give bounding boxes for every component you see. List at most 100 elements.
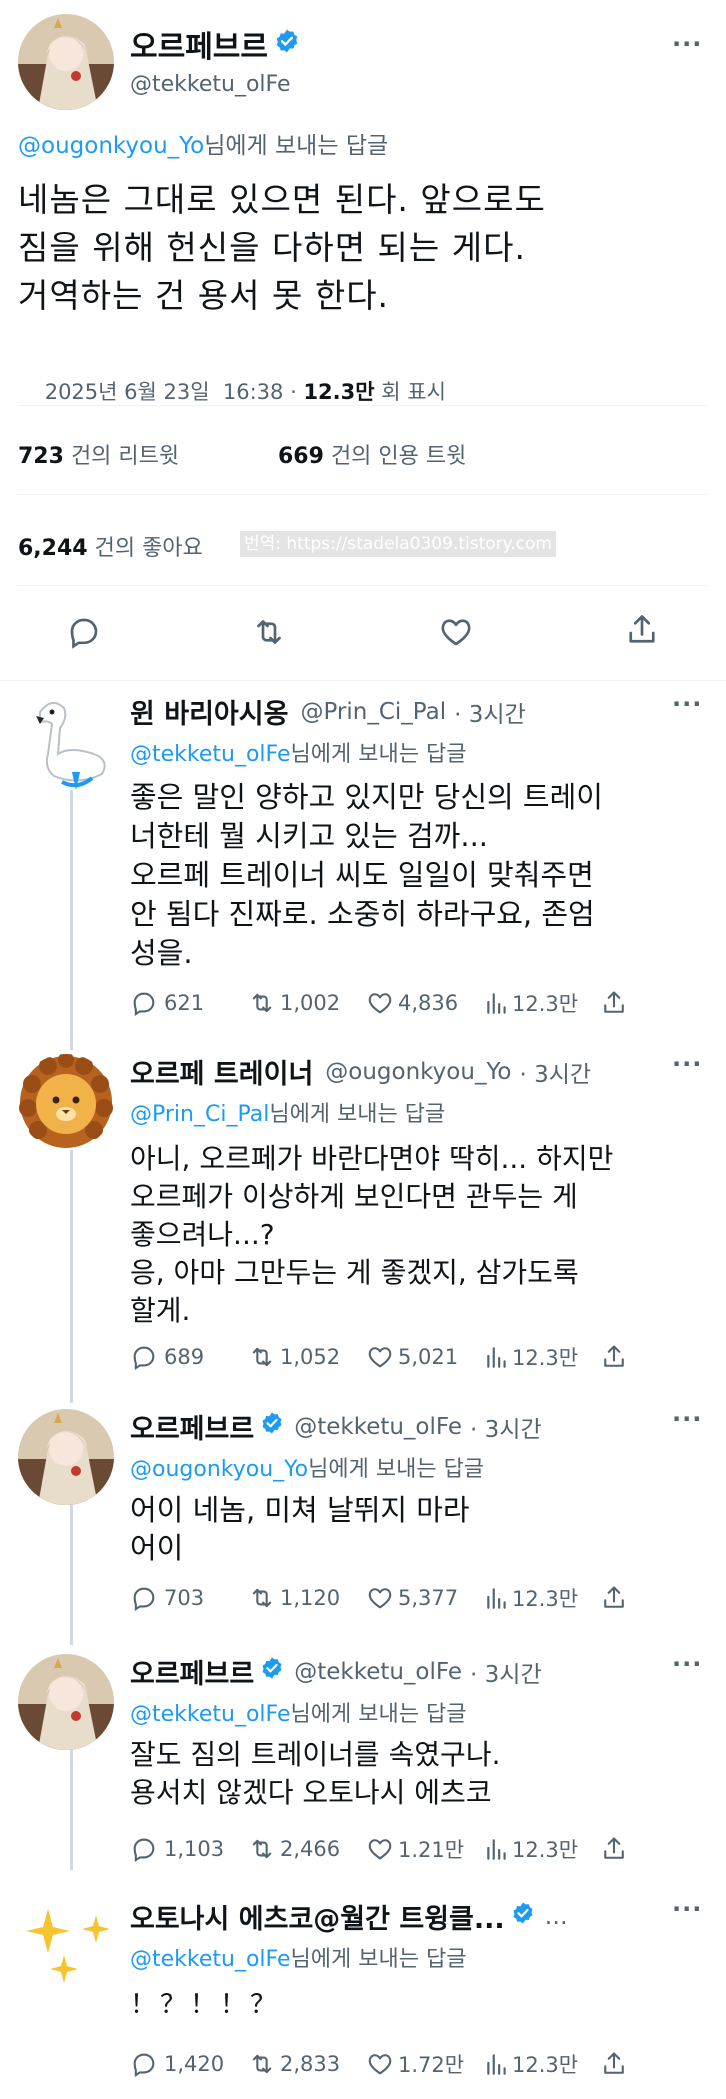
reply-action-bar: 1,420 2,833 1.72만 12.3만: [130, 2049, 628, 2079]
verified-badge-icon: [511, 1901, 535, 1932]
reply-button[interactable]: 1,420: [130, 2050, 248, 2078]
reply-to-line: @tekketu_olFe님에게 보내는 답글: [130, 1702, 467, 1727]
like-button[interactable]: 5,377: [366, 1584, 484, 1612]
views-button[interactable]: 12.3만: [484, 1342, 600, 1372]
reply-author-name[interactable]: 오르페브르: [130, 1652, 254, 1691]
share-button[interactable]: [600, 2050, 628, 2078]
reply-avatar[interactable]: [18, 1899, 114, 1995]
like-button[interactable]: 4,836: [366, 989, 484, 1017]
tweet-timestamp: 2025년 6월 23일 16:38 · 12.3만 회 표시: [44, 380, 446, 404]
verified-badge-icon: [274, 27, 300, 62]
reply-to-line: @ougonkyou_Yo님에게 보내는 답글: [18, 133, 389, 159]
share-button[interactable]: [600, 989, 628, 1017]
more-icon[interactable]: ···: [672, 1405, 702, 1433]
reply-action-bar: 1,103 2,466 1.21만 12.3만: [130, 1834, 628, 1864]
reply-author-handle[interactable]: @ougonkyou_Yo: [325, 1059, 511, 1085]
views-icon: [487, 1347, 506, 1368]
like-button[interactable]: 1.21만: [366, 1834, 484, 1864]
reply-time[interactable]: · 3시간: [470, 1655, 542, 1689]
reply-action-bar: 703 1,120 5,377 12.3만: [130, 1583, 628, 1613]
reply-to-line: @Prin_Ci_Pal님에게 보내는 답글: [130, 1102, 446, 1127]
views-button[interactable]: 12.3만: [484, 1834, 600, 1864]
like-icon: [368, 1347, 392, 1368]
more-icon[interactable]: ···: [672, 1050, 702, 1078]
share-button[interactable]: [600, 1584, 628, 1612]
retweet-button[interactable]: 1,120: [248, 1584, 366, 1612]
retweet-button[interactable]: 2,833: [248, 2050, 366, 2078]
more-icon[interactable]: ···: [672, 1650, 702, 1678]
share-icon[interactable]: [624, 612, 660, 652]
reply-tweet: 오르페브르 @tekketu_olFe · 3시간 ··· @tekketu_o…: [0, 1642, 726, 1887]
reply-tweet: 오토나시 에츠코@월간 트윙클... … ··· @tekketu_olFe님에…: [0, 1887, 726, 2099]
retweet-button[interactable]: 1,002: [248, 989, 366, 1017]
reply-avatar[interactable]: [18, 694, 114, 790]
tweet-text: 네놈은 그대로 있으면 된다. 앞으로도 짐을 위해 헌신을 다하면 되는 게다…: [18, 180, 546, 315]
reply-avatar[interactable]: [18, 1054, 114, 1150]
reply-author-name[interactable]: 오토나시 에츠코@월간 트윙클...: [130, 1897, 505, 1936]
retweet-icon[interactable]: [250, 614, 288, 654]
retweet-icon: [252, 1347, 272, 1367]
retweet-icon: [252, 1839, 272, 1859]
views-icon: [487, 1588, 506, 1609]
reply-action-bar: 689 1,052 5,021 12.3만: [130, 1342, 628, 1372]
views-button[interactable]: 12.3만: [484, 1583, 600, 1613]
retweet-stat[interactable]: 723 건의 리트윗: [18, 438, 179, 470]
reply-author-name[interactable]: 오르페브르: [130, 1407, 254, 1446]
reply-author-handle[interactable]: @tekketu_olFe: [294, 1659, 462, 1685]
share-icon: [604, 1586, 624, 1608]
share-button[interactable]: [600, 1835, 628, 1863]
views-button[interactable]: 12.3만: [484, 988, 600, 1018]
reply-icon: [133, 992, 155, 1017]
main-tweet: 오르페브르 @tekketu_olFe ··· @ougonkyou_Yo님에게…: [0, 0, 726, 682]
reply-avatar[interactable]: [18, 1409, 114, 1505]
like-icon: [368, 1839, 392, 1860]
author-name[interactable]: 오르페브르: [130, 22, 268, 66]
like-icon: [368, 993, 392, 1014]
reply-avatar[interactable]: [18, 1654, 114, 1750]
more-icon[interactable]: ···: [672, 30, 702, 58]
reply-button[interactable]: 621: [130, 989, 248, 1017]
reply-author-name[interactable]: 윈 바리아시옹: [130, 692, 288, 731]
share-icon: [604, 1345, 624, 1367]
more-icon[interactable]: ···: [672, 690, 702, 718]
reply-text: 아니, 오르페가 바란다면야 딱히... 하지만 오르페가 이상하게 보인다면 …: [130, 1142, 614, 1327]
reply-tweet: 오르페브르 @tekketu_olFe · 3시간 ··· @ougonkyou…: [0, 1397, 726, 1642]
reply-icon: [133, 1838, 155, 1863]
views-icon: [487, 1839, 506, 1860]
more-icon[interactable]: ···: [672, 1895, 702, 1923]
reply-author-handle[interactable]: @Prin_Ci_Pal: [300, 699, 446, 725]
like-button[interactable]: 1.72만: [366, 2049, 484, 2079]
reply-author-name[interactable]: 오르페 트레이너: [130, 1052, 313, 1091]
share-icon: [604, 2052, 624, 2074]
views-icon: [487, 2054, 506, 2075]
retweet-icon: [252, 2054, 272, 2074]
verified-badge-icon: [260, 1656, 284, 1687]
reply-icon[interactable]: [66, 614, 102, 654]
like-stat[interactable]: 6,244 건의 좋아요: [18, 530, 203, 562]
reply-author-handle[interactable]: @tekketu_olFe: [294, 1414, 462, 1440]
retweet-button[interactable]: 2,466: [248, 1835, 366, 1863]
reply-time[interactable]: · 3시간: [470, 1410, 542, 1444]
views-button[interactable]: 12.3만: [484, 2049, 600, 2079]
like-button[interactable]: 5,021: [366, 1343, 484, 1371]
author-avatar[interactable]: [18, 14, 114, 110]
author-handle[interactable]: @tekketu_olFe: [130, 72, 291, 97]
reply-tweet: 오르페 트레이너 @ougonkyou_Yo · 3시간 ··· @Prin_C…: [0, 1042, 726, 1397]
reply-button[interactable]: 689: [130, 1343, 248, 1371]
views-icon: [487, 993, 506, 1014]
reply-button[interactable]: 703: [130, 1584, 248, 1612]
quote-stat[interactable]: 669 건의 인용 트윗: [278, 438, 466, 470]
retweet-button[interactable]: 1,052: [248, 1343, 366, 1371]
reply-to-line: @tekketu_olFe님에게 보내는 답글: [130, 742, 467, 767]
reply-to-line: @ougonkyou_Yo님에게 보내는 답글: [130, 1457, 485, 1482]
like-icon[interactable]: [438, 614, 474, 654]
reply-time[interactable]: · 3시간: [454, 695, 526, 729]
reply-time[interactable]: · 3시간: [520, 1055, 592, 1089]
reply-button[interactable]: 1,103: [130, 1835, 248, 1863]
share-button[interactable]: [600, 1343, 628, 1371]
reply-icon: [133, 1346, 155, 1371]
reply-mention-link[interactable]: @ougonkyou_Yo: [18, 133, 204, 159]
reply-text: 어이 네놈, 미쳐 날뛰지 마라 어이: [130, 1493, 470, 1565]
reply-text: ！？！！？: [130, 1990, 281, 2020]
reply-icon: [133, 2053, 155, 2078]
